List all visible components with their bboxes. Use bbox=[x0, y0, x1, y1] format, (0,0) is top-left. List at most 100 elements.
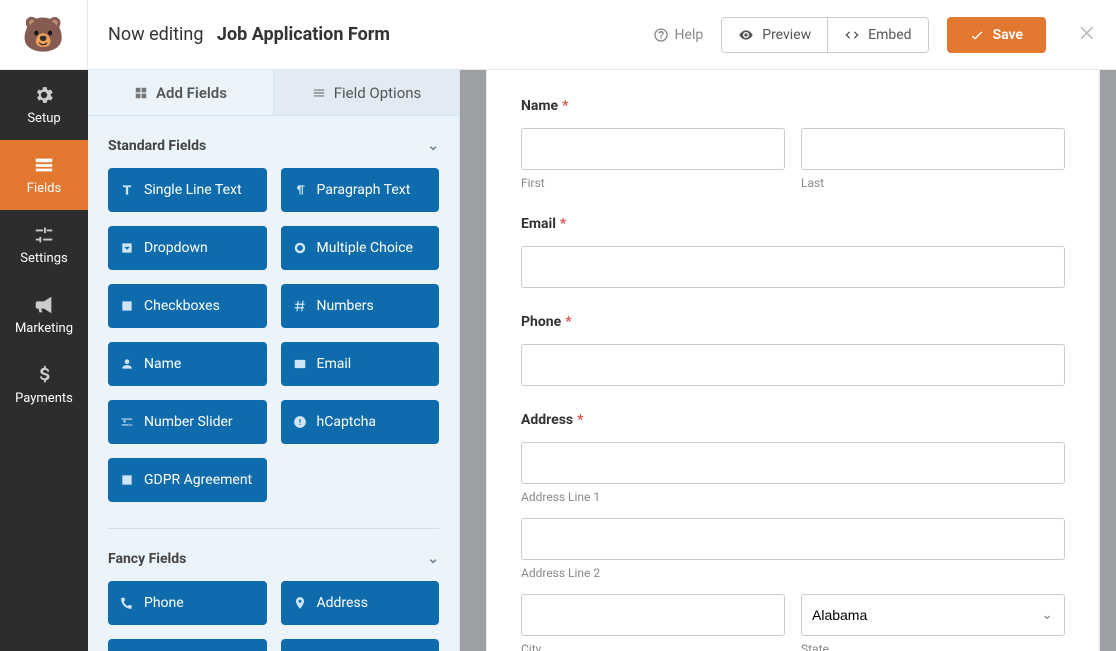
wpforms-logo-icon: 🐻 bbox=[22, 18, 64, 52]
last-name-input[interactable] bbox=[801, 128, 1065, 170]
eye-icon bbox=[738, 27, 754, 43]
check-square-icon bbox=[120, 299, 134, 313]
logo-cell: 🐻 bbox=[0, 0, 88, 70]
address-label: Address* bbox=[521, 412, 1065, 428]
pin-icon bbox=[293, 596, 307, 610]
standard-fields-grid: Single Line Text Paragraph Text Dropdown… bbox=[108, 168, 439, 502]
section-fancy-label: Fancy Fields bbox=[108, 551, 186, 567]
tab-add-fields-label: Add Fields bbox=[156, 84, 227, 102]
email-input[interactable] bbox=[521, 246, 1065, 288]
nav-fields[interactable]: Fields bbox=[0, 140, 88, 210]
embed-label: Embed bbox=[868, 27, 911, 43]
field-address[interactable]: Address bbox=[281, 581, 440, 625]
gear-icon bbox=[33, 84, 55, 106]
panel-tabs: Add Fields Field Options bbox=[88, 70, 459, 116]
close-button[interactable] bbox=[1078, 21, 1098, 49]
nav-payments[interactable]: Payments bbox=[0, 350, 88, 420]
text-icon bbox=[120, 183, 134, 197]
tab-field-options[interactable]: Field Options bbox=[273, 70, 459, 116]
title-prefix: Now editing bbox=[108, 24, 203, 45]
nav-setup[interactable]: Setup bbox=[0, 70, 88, 140]
dollar-icon bbox=[33, 364, 55, 386]
nav-settings-label: Settings bbox=[20, 251, 67, 266]
nav-marketing[interactable]: Marketing bbox=[0, 280, 88, 350]
fields-panel: Add Fields Field Options Standard Fields… bbox=[88, 70, 460, 651]
bullhorn-icon bbox=[33, 294, 55, 316]
field-name[interactable]: Name bbox=[108, 342, 267, 386]
form-icon bbox=[33, 154, 55, 176]
address-line2-input[interactable] bbox=[521, 518, 1065, 560]
shield-icon bbox=[293, 415, 307, 429]
field-email[interactable]: Email bbox=[281, 342, 440, 386]
phone-icon bbox=[120, 596, 134, 610]
section-head-fancy[interactable]: Fancy Fields ⌄ bbox=[108, 529, 439, 581]
preview-embed-group: Preview Embed bbox=[721, 17, 928, 53]
save-label: Save bbox=[993, 27, 1023, 43]
section-head-standard[interactable]: Standard Fields ⌄ bbox=[108, 116, 439, 168]
tab-add-fields[interactable]: Add Fields bbox=[88, 70, 273, 116]
city-input[interactable] bbox=[521, 594, 785, 636]
field-email-preview[interactable]: Email* bbox=[521, 216, 1065, 288]
state-select[interactable]: Alabama bbox=[801, 594, 1065, 636]
preview-page: Name* First Last Email* Phone* Address* bbox=[486, 70, 1100, 651]
field-multiple-choice[interactable]: Multiple Choice bbox=[281, 226, 440, 270]
fancy-fields-grid: Phone Address Date / Time File Upload bbox=[108, 581, 439, 651]
chevron-down-icon: ⌄ bbox=[427, 138, 439, 154]
line2-sublabel: Address Line 2 bbox=[521, 566, 1065, 580]
field-gdpr[interactable]: GDPR Agreement bbox=[108, 458, 267, 502]
field-hcaptcha[interactable]: hCaptcha bbox=[281, 400, 440, 444]
panel-body: Standard Fields ⌄ Single Line Text Parag… bbox=[88, 116, 459, 651]
user-icon bbox=[120, 357, 134, 371]
close-icon bbox=[1078, 23, 1098, 43]
name-label: Name* bbox=[521, 98, 1065, 114]
first-name-input[interactable] bbox=[521, 128, 785, 170]
form-name: Job Application Form bbox=[217, 24, 390, 45]
field-single-line-text[interactable]: Single Line Text bbox=[108, 168, 267, 212]
nav-payments-label: Payments bbox=[15, 391, 73, 406]
field-checkboxes[interactable]: Checkboxes bbox=[108, 284, 267, 328]
nav-fields-label: Fields bbox=[27, 181, 61, 196]
city-sublabel: City bbox=[521, 642, 785, 651]
field-number-slider[interactable]: Number Slider bbox=[108, 400, 267, 444]
embed-button[interactable]: Embed bbox=[827, 18, 927, 52]
left-nav: Setup Fields Settings Marketing Payments bbox=[0, 70, 88, 651]
field-date-time[interactable]: Date / Time bbox=[108, 639, 267, 651]
slider-icon bbox=[120, 415, 134, 429]
field-phone[interactable]: Phone bbox=[108, 581, 267, 625]
field-name-preview[interactable]: Name* First Last bbox=[521, 98, 1065, 190]
grid-icon bbox=[134, 86, 148, 100]
preview-gutter bbox=[460, 70, 486, 651]
hash-icon bbox=[293, 299, 307, 313]
chevron-down-icon: ⌄ bbox=[427, 551, 439, 567]
options-icon bbox=[312, 86, 326, 100]
help-link[interactable]: Help bbox=[653, 27, 704, 43]
field-paragraph-text[interactable]: Paragraph Text bbox=[281, 168, 440, 212]
nav-marketing-label: Marketing bbox=[15, 321, 73, 336]
paragraph-icon bbox=[293, 183, 307, 197]
address-line1-input[interactable] bbox=[521, 442, 1065, 484]
code-icon bbox=[844, 27, 860, 43]
save-button[interactable]: Save bbox=[947, 17, 1046, 53]
preview-label: Preview bbox=[762, 27, 811, 43]
first-sublabel: First bbox=[521, 176, 785, 190]
radio-icon bbox=[293, 241, 307, 255]
envelope-icon bbox=[293, 357, 307, 371]
check-icon bbox=[969, 27, 985, 43]
email-label: Email* bbox=[521, 216, 1065, 232]
field-file-upload[interactable]: File Upload bbox=[281, 639, 440, 651]
state-sublabel: State bbox=[801, 642, 1065, 651]
nav-settings[interactable]: Settings bbox=[0, 210, 88, 280]
field-address-preview[interactable]: Address* Address Line 1 Address Line 2 C… bbox=[521, 412, 1065, 651]
sliders-icon bbox=[33, 224, 55, 246]
field-dropdown[interactable]: Dropdown bbox=[108, 226, 267, 270]
preview-button[interactable]: Preview bbox=[722, 18, 827, 52]
form-preview: Name* First Last Email* Phone* Address* bbox=[460, 70, 1116, 651]
top-bar: 🐻 Now editing Job Application Form Help … bbox=[0, 0, 1116, 70]
field-numbers[interactable]: Numbers bbox=[281, 284, 440, 328]
phone-input[interactable] bbox=[521, 344, 1065, 386]
page-title: Now editing Job Application Form bbox=[88, 24, 390, 45]
preview-gutter bbox=[1100, 70, 1116, 651]
field-phone-preview[interactable]: Phone* bbox=[521, 314, 1065, 386]
nav-setup-label: Setup bbox=[27, 111, 60, 126]
last-sublabel: Last bbox=[801, 176, 1065, 190]
